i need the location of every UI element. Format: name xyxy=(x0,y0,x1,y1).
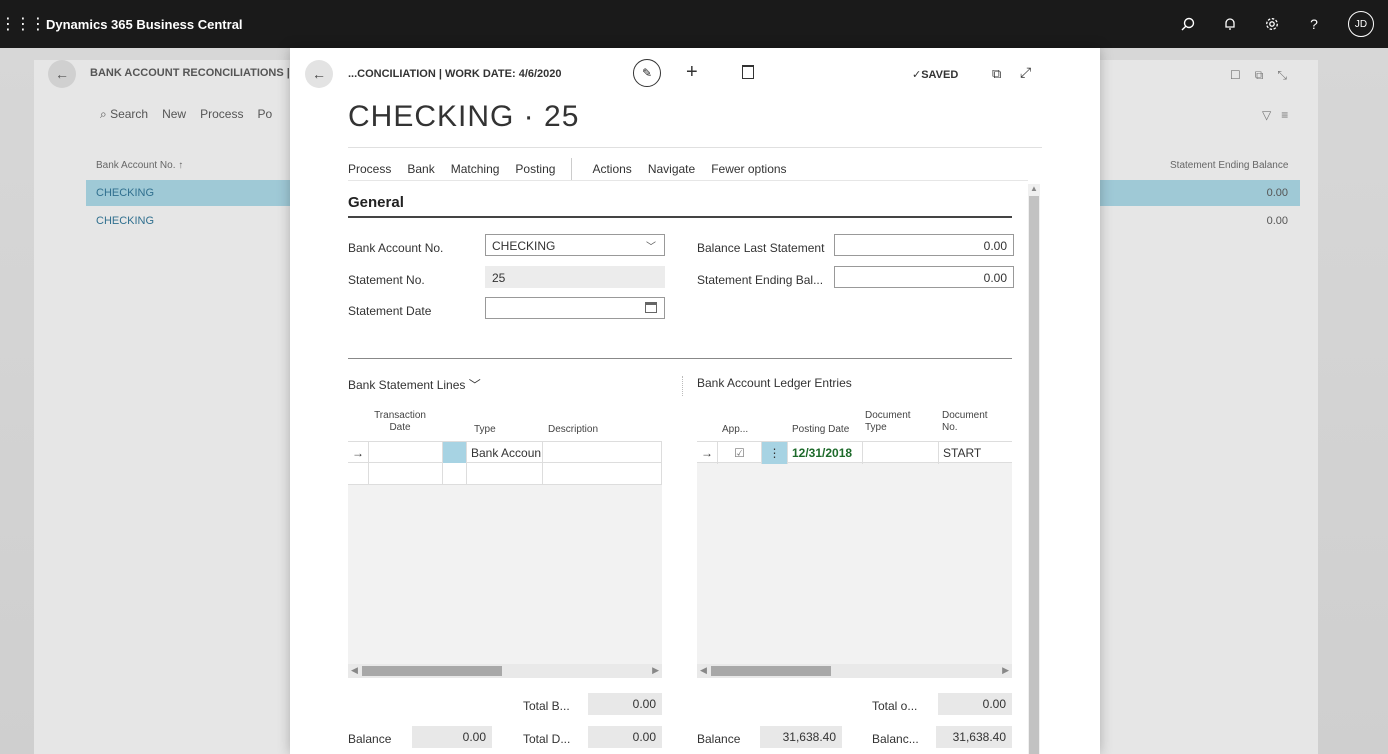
gear-icon[interactable] xyxy=(1264,16,1280,32)
help-icon[interactable]: ? xyxy=(1306,16,1322,32)
menu-posting[interactable]: Posting xyxy=(515,162,555,176)
search-icon[interactable] xyxy=(1180,16,1196,32)
menu-fewer-options[interactable]: Fewer options xyxy=(711,162,786,176)
page-title: CHECKING · 25 xyxy=(348,100,580,133)
app-title[interactable]: Dynamics 365 Business Central xyxy=(46,17,243,32)
breadcrumb: BANK ACCOUNT RECONCILIATIONS | W xyxy=(90,67,290,79)
back-icon[interactable]: ← xyxy=(48,60,76,88)
statement-date-label: Statement Date xyxy=(348,304,432,318)
statement-no-label: Statement No. xyxy=(348,273,425,287)
open-new-window-icon[interactable]: ⧉ xyxy=(992,66,1001,82)
column-header-document-type[interactable]: Document Type xyxy=(865,410,925,434)
add-icon[interactable]: + xyxy=(686,61,698,84)
statement-ending-balance-field[interactable]: 0.00 xyxy=(834,266,1014,288)
filter-icon[interactable]: ▽ xyxy=(1262,108,1271,122)
breadcrumb: ...CONCILIATION | WORK DATE: 4/6/2020 xyxy=(348,68,562,80)
column-header-posting-date[interactable]: Posting Date xyxy=(792,424,849,436)
calendar-icon[interactable] xyxy=(645,302,657,313)
collapse-icon[interactable]: ⤡ xyxy=(1277,68,1287,83)
search-action[interactable]: ⌕ Search xyxy=(100,107,148,122)
open-new-window-icon[interactable]: ⧉ xyxy=(1255,68,1264,83)
top-bar: ⋮⋮⋮ Dynamics 365 Business Central ? JD xyxy=(0,0,1388,48)
column-header-ending-balance[interactable]: Statement Ending Balance xyxy=(1170,160,1288,171)
table-row[interactable]: → ☑ ⋮ 12/31/2018 START xyxy=(697,441,1012,464)
list-action-bar: ⌕ Search New Process Po xyxy=(100,107,290,122)
saved-status: ✓SAVED xyxy=(912,69,959,81)
avatar[interactable]: JD xyxy=(1348,11,1374,37)
applied-checkbox[interactable]: ☑ xyxy=(718,442,762,464)
column-header-document-no[interactable]: Document No. xyxy=(942,410,997,434)
reconciliation-card: ← ...CONCILIATION | WORK DATE: 4/6/2020 … xyxy=(290,48,1100,754)
column-header-type[interactable]: Type xyxy=(474,424,496,436)
balance-label: Balance xyxy=(348,732,392,746)
statement-ending-balance-label: Statement Ending Bal... xyxy=(697,273,824,287)
total-outstanding-value: 0.00 xyxy=(938,693,1012,715)
edit-icon[interactable]: ✎ xyxy=(633,59,661,87)
balance-to-reconcile-label: Balanc... xyxy=(872,732,919,746)
menu-navigate[interactable]: Navigate xyxy=(648,162,695,176)
ledger-balance-value: 31,638.40 xyxy=(760,726,842,748)
scroll-up-icon[interactable]: ▲ xyxy=(1030,184,1038,193)
balance-last-statement-field[interactable]: 0.00 xyxy=(834,234,1014,256)
column-header-bank-account[interactable]: Bank Account No. ↑ xyxy=(96,160,183,171)
horizontal-scrollbar[interactable]: ◀ ▶ xyxy=(697,664,1012,678)
total-difference-label: Total D... xyxy=(523,732,571,746)
table-row[interactable] xyxy=(348,463,662,485)
bell-icon[interactable] xyxy=(1222,16,1238,32)
ledger-balance-label: Balance xyxy=(697,732,741,746)
statement-date-field[interactable] xyxy=(485,297,665,319)
column-header-applied[interactable]: App... xyxy=(722,424,748,436)
bookmark-icon[interactable]: ☐ xyxy=(1230,68,1241,83)
statement-no-field: 25 xyxy=(485,266,665,288)
row-indicator-icon: → xyxy=(697,442,718,464)
new-action[interactable]: New xyxy=(162,107,186,122)
menu-process[interactable]: Process xyxy=(348,162,391,176)
back-icon[interactable]: ← xyxy=(305,60,333,88)
ledger-entries-grid[interactable] xyxy=(697,441,1012,666)
row-indicator-icon: → xyxy=(348,442,369,464)
scroll-left-icon[interactable]: ◀ xyxy=(351,665,358,676)
bank-ledger-entries-title[interactable]: Bank Account Ledger Entries xyxy=(697,376,852,390)
vertical-scrollbar[interactable]: ▲ xyxy=(1028,184,1040,754)
general-section-title[interactable]: General xyxy=(348,194,404,211)
column-header-description[interactable]: Description xyxy=(548,424,598,436)
app-launcher-icon[interactable]: ⋮⋮⋮ xyxy=(0,14,46,34)
balance-value: 0.00 xyxy=(412,726,492,748)
total-difference-value: 0.00 xyxy=(588,726,662,748)
bank-account-no-label: Bank Account No. xyxy=(348,241,444,255)
list-view-icon[interactable]: ≡ xyxy=(1281,108,1288,122)
scroll-right-icon[interactable]: ▶ xyxy=(652,665,659,676)
chevron-down-icon[interactable]: ﹀ xyxy=(469,378,481,392)
scroll-right-icon[interactable]: ▶ xyxy=(1002,665,1009,676)
table-row[interactable]: → Bank Accoun xyxy=(348,441,662,464)
action-menu: Process Bank Matching Posting Actions Na… xyxy=(348,158,803,180)
row-menu-icon[interactable]: ⋮ xyxy=(762,442,788,464)
column-header-transaction-date[interactable]: Transaction Date xyxy=(370,410,430,434)
total-outstanding-label: Total o... xyxy=(872,699,918,713)
menu-matching[interactable]: Matching xyxy=(451,162,500,176)
expand-icon[interactable]: ⤢ xyxy=(1020,64,1031,81)
balance-to-reconcile-value: 31,638.40 xyxy=(936,726,1012,748)
bank-account-no-field[interactable]: CHECKING ﹀ xyxy=(485,234,665,256)
balance-last-statement-label: Balance Last Statement xyxy=(697,241,825,255)
bank-statement-lines-title[interactable]: Bank Statement Lines ﹀ xyxy=(348,376,481,393)
posting-action[interactable]: Po xyxy=(257,107,272,122)
menu-actions[interactable]: Actions xyxy=(592,162,631,176)
scroll-left-icon[interactable]: ◀ xyxy=(700,665,707,676)
chevron-down-icon[interactable]: ﹀ xyxy=(646,238,656,253)
delete-icon[interactable] xyxy=(742,65,754,79)
total-balance-label: Total B... xyxy=(523,699,570,713)
total-balance-value: 0.00 xyxy=(588,693,662,715)
menu-bank[interactable]: Bank xyxy=(407,162,434,176)
process-action[interactable]: Process xyxy=(200,107,243,122)
horizontal-scrollbar[interactable]: ◀ ▶ xyxy=(348,664,662,678)
